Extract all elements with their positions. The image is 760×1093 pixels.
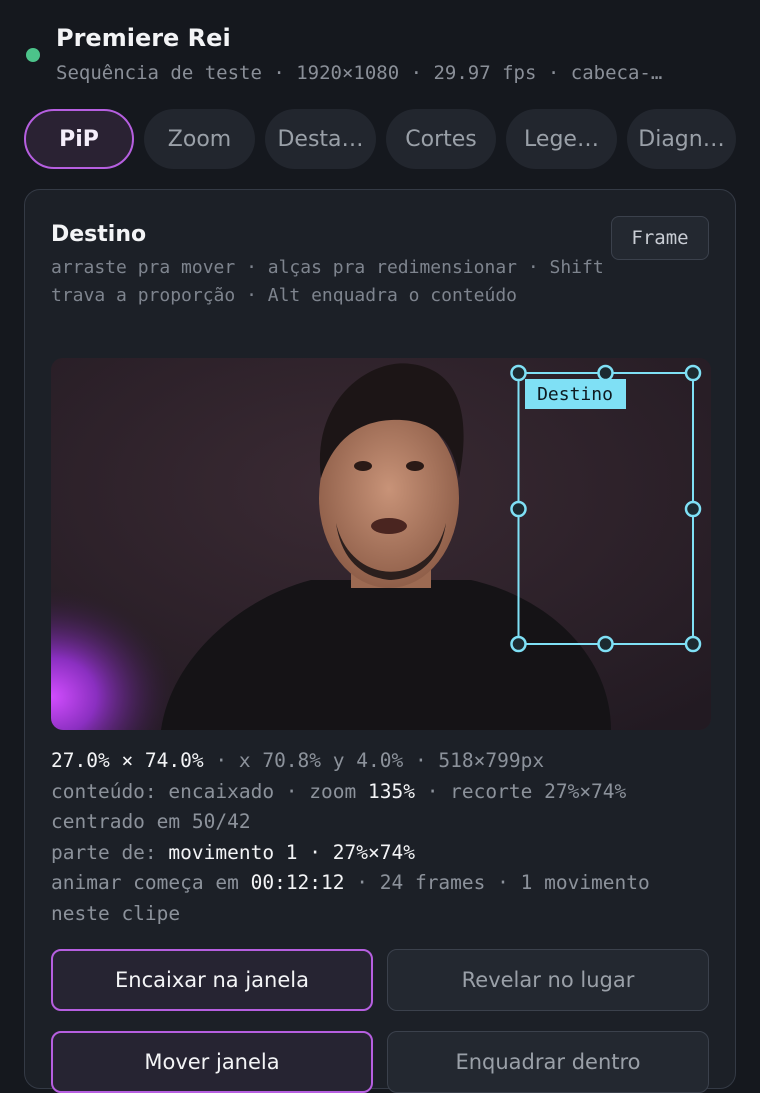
frame-inside-button[interactable]: Enquadrar dentro bbox=[387, 1031, 709, 1093]
tab-bar: PiP Zoom Desta… Cortes Lege… Diagn… bbox=[24, 109, 736, 169]
reveal-in-place-button[interactable]: Revelar no lugar bbox=[387, 949, 709, 1011]
resize-handle-right[interactable] bbox=[684, 500, 702, 518]
usage-hint: arraste pra mover · alças pra redimensio… bbox=[51, 257, 604, 306]
info-geometry: 27.0% × 74.0% · x 70.8% y 4.0% · 518×799… bbox=[51, 749, 545, 772]
destination-panel: Destino Frame arraste pra mover · alças … bbox=[24, 189, 736, 1093]
resize-handle-top-left[interactable] bbox=[510, 364, 527, 382]
move-window-button[interactable]: Mover janela bbox=[51, 1031, 373, 1093]
tab-cortes[interactable]: Cortes bbox=[386, 109, 496, 169]
status-indicator bbox=[26, 48, 40, 62]
info-part-of: parte de: movimento 1 · 27%×74% bbox=[51, 840, 415, 864]
destination-label: Destino bbox=[537, 384, 613, 405]
video-preview[interactable]: Destino bbox=[51, 358, 711, 730]
resize-handle-bottom-left[interactable] bbox=[510, 635, 527, 653]
info-content: conteúdo: encaixado · zoom 135% · recort… bbox=[51, 779, 627, 834]
frame-button[interactable]: Frame bbox=[611, 216, 709, 260]
tab-legendas[interactable]: Lege… bbox=[506, 109, 617, 169]
panel-title: Destino bbox=[51, 222, 147, 247]
app-title: Premiere Rei bbox=[56, 24, 231, 52]
tab-zoom[interactable]: Zoom bbox=[144, 109, 255, 169]
resize-handle-top-right[interactable] bbox=[684, 364, 702, 382]
resize-handle-top[interactable] bbox=[597, 364, 614, 382]
resize-handle-bottom[interactable] bbox=[597, 635, 614, 653]
tab-pip[interactable]: PiP bbox=[24, 109, 134, 169]
fit-window-button[interactable]: Encaixar na janela bbox=[51, 949, 373, 1011]
info-animation: animar começa em 00:12:12 · 24 frames · … bbox=[51, 871, 650, 925]
sequence-info: Sequência de teste · 1920×1080 · 29.97 f… bbox=[56, 62, 663, 84]
resize-handle-bottom-right[interactable] bbox=[684, 635, 702, 653]
tab-diagnostico[interactable]: Diagn… bbox=[627, 109, 736, 169]
tab-destaque[interactable]: Desta… bbox=[265, 109, 376, 169]
resize-handle-left[interactable] bbox=[510, 500, 527, 518]
destination-info: 27.0% × 74.0% · x 70.8% y 4.0% · 518×799… bbox=[51, 746, 711, 929]
